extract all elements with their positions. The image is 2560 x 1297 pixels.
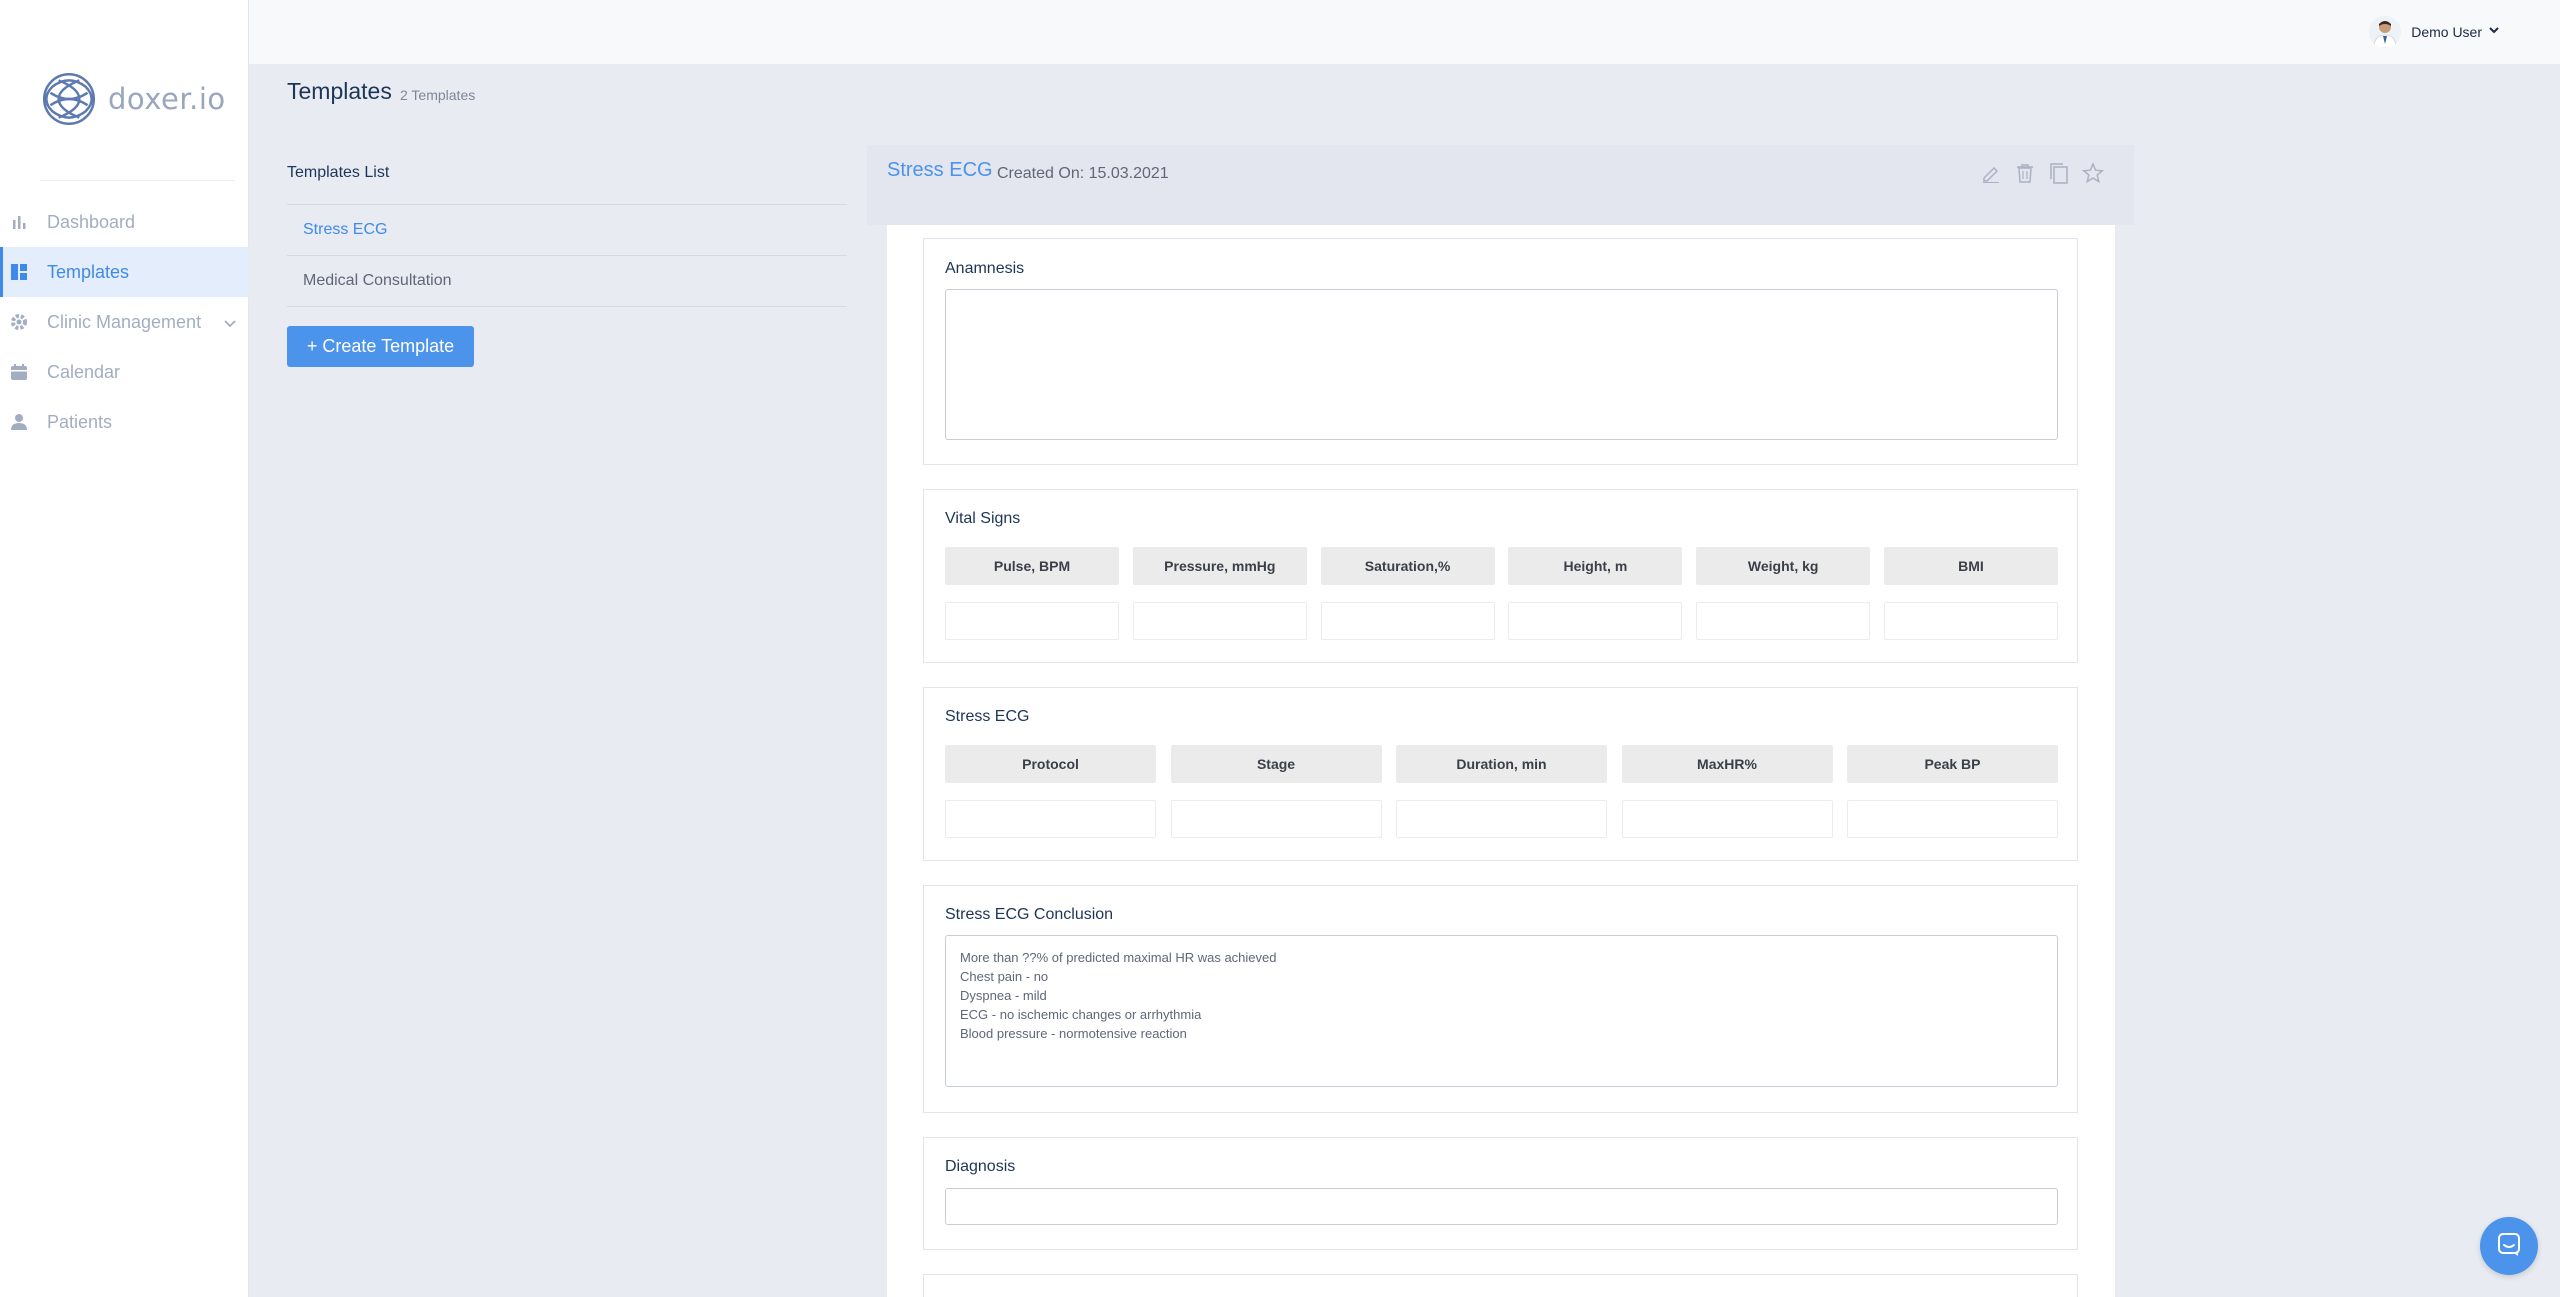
user-menu[interactable]: Demo User [2369,16,2500,48]
bar-chart-icon [10,213,28,231]
stress-ecg-input-row [945,800,2058,838]
doxer-logo-icon [42,72,96,126]
duration-input[interactable] [1396,800,1607,838]
conclusion-line: ECG - no ischemic changes or arrhythmia [960,1007,1202,1022]
conclusion-line: Chest pain - no [960,969,1049,984]
section-title: Stress ECG Conclusion [945,906,1114,923]
protocol-input[interactable] [945,800,1156,838]
section-title: Anamnesis [945,260,1025,277]
column-header: MaxHR% [1621,745,1833,783]
brand-name: doxer.io [108,82,226,116]
sidebar-item-label: Patients [47,411,113,432]
conclusion-line: Dyspnea - mild [960,988,1047,1003]
template-count: 2 Templates [400,87,476,103]
stage-input[interactable] [1170,800,1382,838]
sidebar-divider [40,180,235,181]
column-header: Height, m [1508,547,1683,585]
column-header: Protocol [945,745,1156,783]
sidebar-item-dashboard[interactable]: Dashboard [0,197,249,247]
sidebar-item-label: Clinic Management [47,311,202,332]
copy-icon[interactable] [2048,161,2070,185]
sidebar-item-calendar[interactable]: Calendar [0,347,249,397]
maxhr-input[interactable] [1621,800,1833,838]
column-header: Duration, min [1396,745,1607,783]
conclusion-section: Stress ECG Conclusion More than ??% of p… [923,885,2078,1113]
edit-icon[interactable] [1980,161,2002,185]
template-name: Stress ECG [887,159,993,181]
next-section [923,1274,2078,1297]
anamnesis-textarea[interactable] [945,289,2058,440]
column-header: Pressure, mmHg [1132,547,1307,585]
section-title: Diagnosis [945,1158,1016,1175]
person-icon [10,413,28,431]
saturation-input[interactable] [1320,602,1495,640]
pulse-input[interactable] [945,602,1119,640]
chevron-down-icon [223,314,237,335]
diagnosis-input[interactable] [945,1188,2058,1225]
anamnesis-section: Anamnesis [923,238,2078,465]
sidebar-item-templates[interactable]: Templates [0,247,249,297]
sidebar-item-clinic-management[interactable]: Clinic Management [0,297,249,347]
chat-icon [2496,1231,2522,1262]
gear-icon [10,313,28,331]
create-template-button[interactable]: + Create Template [287,326,474,367]
templates-list-title: Templates List [287,164,390,181]
calendar-icon [10,363,28,381]
sidebar-item-label: Templates [47,261,130,282]
template-icon [10,263,28,281]
template-header: Stress ECG Created On: 15.03.2021 [867,145,2134,225]
template-toolbar [1980,161,2104,185]
chevron-down-icon [2488,23,2500,41]
section-title: Vital Signs [945,510,1021,527]
conclusion-line: Blood pressure - normotensive reaction [960,1026,1187,1041]
peak-bp-input[interactable] [1847,800,2058,838]
sidebar-item-label: Dashboard [47,211,136,232]
star-icon[interactable] [2082,161,2104,185]
bmi-input[interactable] [1883,602,2058,640]
column-header: Peak BP [1847,745,2058,783]
column-header: Stage [1170,745,1382,783]
chat-button[interactable] [2480,1217,2538,1275]
conclusion-textarea[interactable]: More than ??% of predicted maximal HR wa… [945,935,2058,1087]
diagnosis-section: Diagnosis [923,1137,2078,1250]
sidebar-item-patients[interactable]: Patients [0,397,249,447]
trash-icon[interactable] [2014,161,2036,185]
vital-signs-section: Vital Signs Pulse, BPM Pressure, mmHg Sa… [923,489,2078,663]
topbar: Demo User [249,0,2560,64]
list-item[interactable]: Stress ECG [287,205,847,256]
page-title: Templates [287,78,392,104]
sidebar-item-label: Calendar [47,361,121,382]
sidebar: doxer.io Dashboard Templates Clinic Mana… [0,0,249,1297]
conclusion-line: More than ??% of predicted maximal HR wa… [960,950,1277,965]
list-item[interactable]: Medical Consultation [287,256,847,307]
vital-signs-header-row: Pulse, BPM Pressure, mmHg Saturation,% H… [945,547,2058,585]
vital-signs-input-row [945,602,2058,640]
templates-list: Stress ECG Medical Consultation [287,204,847,307]
avatar [2369,16,2402,48]
column-header: Weight, kg [1696,547,1871,585]
pressure-input[interactable] [1132,602,1307,640]
conclusion-text: More than ??% of predicted maximal HR wa… [946,936,2057,1055]
stress-ecg-section: Stress ECG Protocol Stage Duration, min … [923,687,2078,861]
template-created-date: Created On: 15.03.2021 [997,165,1169,182]
sidebar-nav: Dashboard Templates Clinic Management Ca… [0,197,249,447]
column-header: BMI [1883,547,2058,585]
logo[interactable]: doxer.io [38,68,226,130]
section-title: Stress ECG [945,708,1030,725]
stress-ecg-header-row: Protocol Stage Duration, min MaxHR% Peak… [945,745,2058,783]
user-name: Demo User [2411,24,2482,40]
weight-input[interactable] [1696,602,1871,640]
template-form: Anamnesis Vital Signs Pulse, BPM Pressur… [887,225,2115,1297]
column-header: Saturation,% [1320,547,1495,585]
column-header: Pulse, BPM [945,547,1119,585]
height-input[interactable] [1508,602,1683,640]
